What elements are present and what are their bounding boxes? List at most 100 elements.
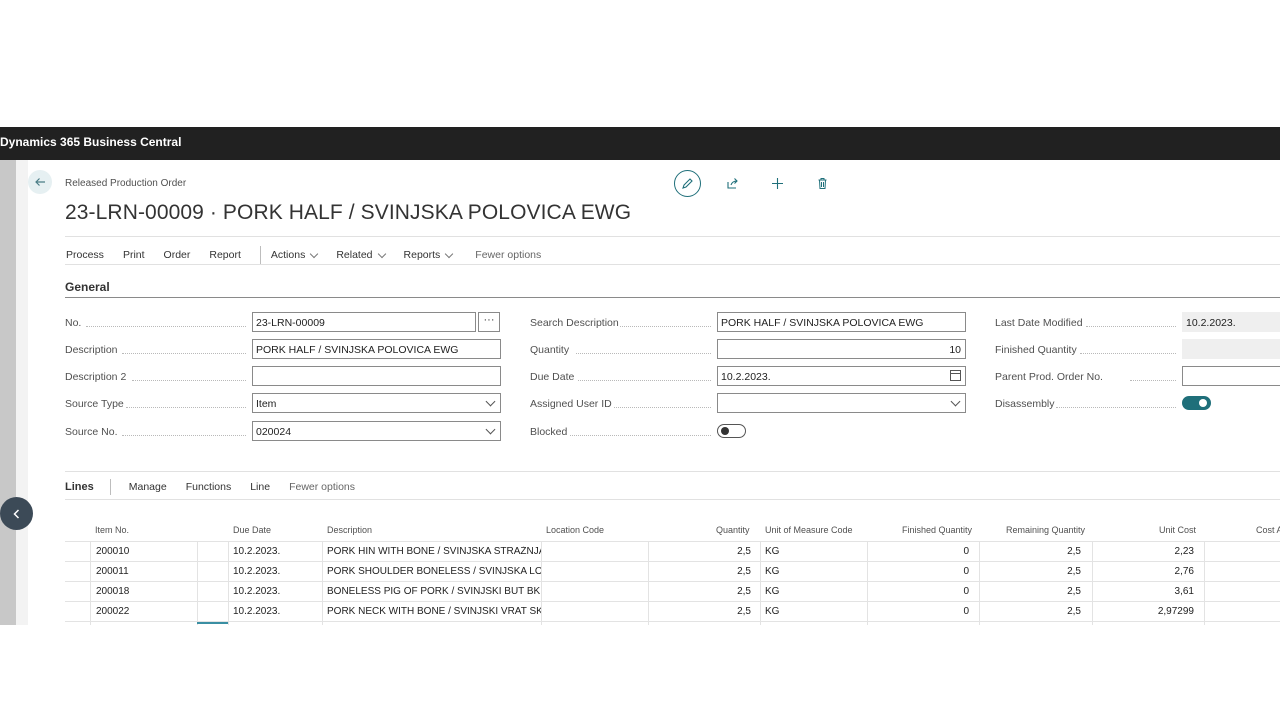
cell-unit-cost[interactable]: 3,61 <box>1097 586 1194 597</box>
cell-remaining[interactable]: 2,5 <box>984 566 1081 577</box>
cell-description[interactable]: PORK NECK WITH BONE / SVINJSKI VRAT SK <box>327 606 541 617</box>
col-item-no[interactable]: Item No. <box>95 525 129 535</box>
back-button[interactable] <box>28 170 52 194</box>
left-gutter <box>0 160 16 625</box>
calendar-icon[interactable] <box>950 370 961 381</box>
no-label: No. <box>65 317 82 329</box>
cell-due-date[interactable]: 10.2.2023. <box>233 546 280 557</box>
no-lookup-button[interactable]: ··· <box>478 312 500 332</box>
manage-menu[interactable]: Manage <box>129 481 167 493</box>
reports-menu[interactable]: Reports <box>404 249 454 261</box>
cell-finished[interactable]: 0 <box>872 566 969 577</box>
related-menu[interactable]: Related <box>336 249 386 261</box>
source-no-select[interactable]: 020024 <box>252 421 501 441</box>
actions-menu[interactable]: Actions <box>270 249 319 261</box>
cell-due-date[interactable]: 10.2.2023. <box>233 566 280 577</box>
delete-button[interactable] <box>809 170 836 197</box>
table-row[interactable]: 200022 10.2.2023. PORK NECK WITH BONE / … <box>65 601 1280 622</box>
col-cost-amount[interactable]: Cost A <box>1256 525 1280 535</box>
source-no-label: Source No. <box>65 426 118 438</box>
fewer-options-button[interactable]: Fewer options <box>475 249 541 261</box>
cell-remaining[interactable]: 2,5 <box>984 546 1081 557</box>
cell-uom[interactable]: KG <box>765 586 779 597</box>
lines-title[interactable]: Lines <box>65 481 94 493</box>
process-menu[interactable]: Process <box>66 249 104 261</box>
cell-finished[interactable]: 0 <box>872 586 969 597</box>
add-icon <box>772 178 783 189</box>
search-description-field[interactable]: PORK HALF / SVINJSKA POLOVICA EWG <box>717 312 966 332</box>
col-location-code[interactable]: Location Code <box>546 525 604 535</box>
cell-quantity[interactable]: 2,5 <box>653 586 751 597</box>
table-row[interactable]: 200010 10.2.2023. PORK HIN WITH BONE / S… <box>65 541 1280 562</box>
col-due-date[interactable]: Due Date <box>233 525 271 535</box>
cell-item-no[interactable]: 200011 <box>96 566 129 577</box>
cell-uom[interactable]: KG <box>765 566 779 577</box>
lines-separator <box>109 479 111 495</box>
action-separator <box>259 246 261 264</box>
description-field[interactable]: PORK HALF / SVINJSKA POLOVICA EWG <box>252 339 501 359</box>
actions-label: Actions <box>270 249 306 261</box>
col-unit-cost[interactable]: Unit Cost <box>1159 525 1196 535</box>
cell-quantity[interactable]: 2,5 <box>653 566 751 577</box>
cell-due-date[interactable]: 10.2.2023. <box>233 606 280 617</box>
blocked-toggle[interactable] <box>717 424 746 438</box>
report-menu[interactable]: Report <box>209 249 241 261</box>
edit-button[interactable] <box>674 170 701 197</box>
cell-item-no[interactable]: 200022 <box>96 606 129 617</box>
cell-uom[interactable]: KG <box>765 546 779 557</box>
finished-quantity-field <box>1182 339 1280 359</box>
cell-description[interactable]: PORK SHOULDER BONELESS / SVINJSKA LOPA..… <box>327 566 541 577</box>
cell-item-no[interactable]: 200010 <box>96 546 129 557</box>
parent-prod-order-field[interactable] <box>1182 366 1280 386</box>
dots <box>1130 380 1176 381</box>
source-type-select[interactable]: Item <box>252 393 501 413</box>
cell-description[interactable]: PORK HIN WITH BONE / SVINJSKA STRAŽNJA..… <box>327 546 541 557</box>
lines-fewer-options-button[interactable]: Fewer options <box>289 481 355 493</box>
cell-uom[interactable]: KG <box>765 606 779 617</box>
section-underline <box>65 297 1280 298</box>
cell-unit-cost[interactable]: 2,97299 <box>1097 606 1194 617</box>
cell-remaining[interactable]: 2,5 <box>984 606 1081 617</box>
dots <box>1056 407 1176 408</box>
col-uom[interactable]: Unit of Measure Code <box>765 525 853 535</box>
assigned-user-select[interactable] <box>717 393 966 413</box>
title-actions <box>674 170 854 197</box>
due-date-field[interactable]: 10.2.2023. <box>717 366 966 386</box>
cell-finished[interactable]: 0 <box>872 546 969 557</box>
order-menu[interactable]: Order <box>164 249 191 261</box>
cell-quantity[interactable]: 2,5 <box>653 606 751 617</box>
source-no-value: 020024 <box>256 426 292 438</box>
cell-unit-cost[interactable]: 2,23 <box>1097 546 1194 557</box>
cell-remaining[interactable]: 2,5 <box>984 586 1081 597</box>
quantity-field[interactable]: 10 <box>717 339 966 359</box>
cell-finished[interactable]: 0 <box>872 606 969 617</box>
assigned-user-label: Assigned User ID <box>530 398 612 410</box>
functions-menu[interactable]: Functions <box>186 481 232 493</box>
line-menu[interactable]: Line <box>250 481 270 493</box>
col-description[interactable]: Description <box>327 525 372 535</box>
share-button[interactable] <box>719 170 746 197</box>
source-type-label: Source Type <box>65 398 124 410</box>
description2-field[interactable] <box>252 366 501 386</box>
table-row[interactable]: 200011 10.2.2023. PORK SHOULDER BONELESS… <box>65 561 1280 582</box>
due-date-label: Due Date <box>530 371 575 383</box>
table-row[interactable]: 200018 10.2.2023. BONELESS PIG OF PORK /… <box>65 581 1280 602</box>
disassembly-toggle[interactable] <box>1182 396 1211 410</box>
col-remaining-qty[interactable]: Remaining Quantity <box>1006 525 1085 535</box>
cell-description[interactable]: BONELESS PIG OF PORK / SVINJSKI BUT BK <box>327 586 541 597</box>
quantity-label: Quantity <box>530 344 570 356</box>
cell-due-date[interactable]: 10.2.2023. <box>233 586 280 597</box>
dots <box>570 435 711 436</box>
cell-quantity[interactable]: 2,5 <box>653 546 751 557</box>
col-quantity[interactable]: Quantity <box>716 525 750 535</box>
dots <box>126 407 246 408</box>
cell-item-no[interactable]: 200018 <box>96 586 129 597</box>
col-finished-qty[interactable]: Finished Quantity <box>902 525 972 535</box>
chevron-down-icon <box>445 249 454 258</box>
general-section-title[interactable]: General <box>65 280 110 294</box>
cell-unit-cost[interactable]: 2,76 <box>1097 566 1194 577</box>
new-button[interactable] <box>764 170 791 197</box>
collapse-nav-button[interactable] <box>0 497 33 530</box>
print-menu[interactable]: Print <box>123 249 145 261</box>
no-field[interactable]: 23-LRN-00009 <box>252 312 476 332</box>
